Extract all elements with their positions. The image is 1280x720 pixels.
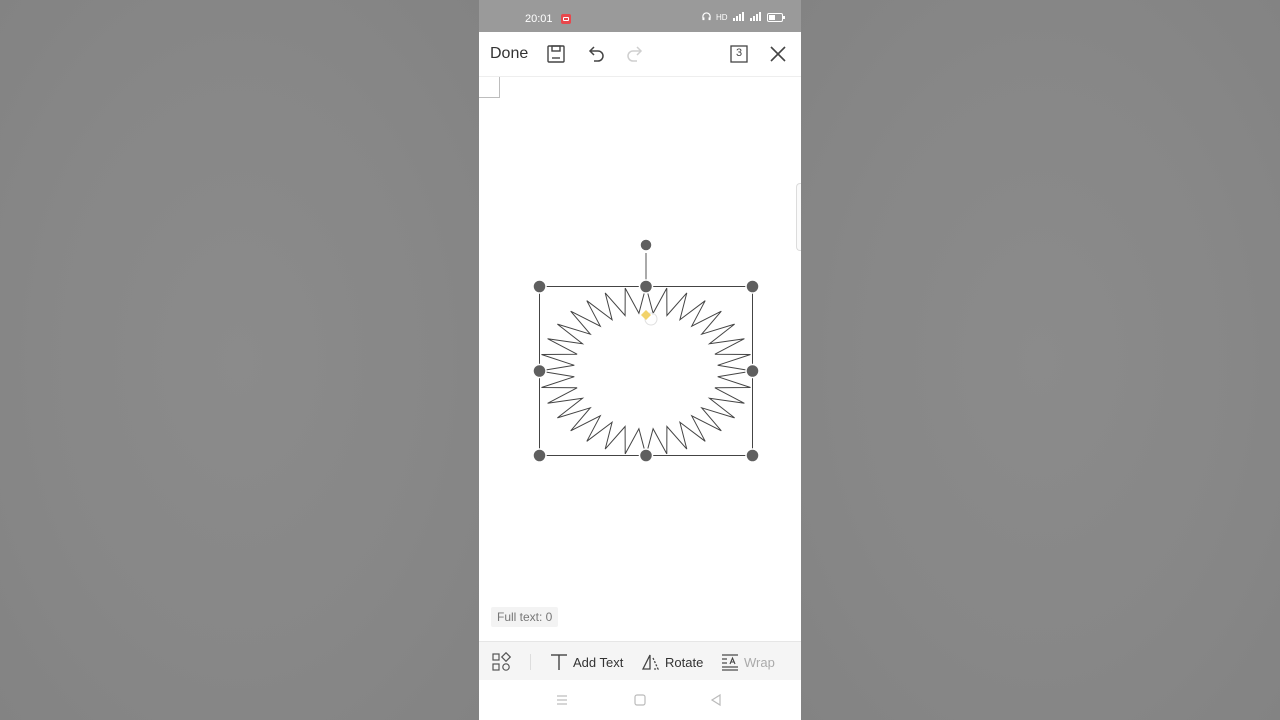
status-time: 20:01 (525, 13, 553, 25)
document-canvas[interactable]: Full text: 0 (479, 77, 801, 641)
rotate-button[interactable]: Rotate (641, 652, 703, 672)
hd-icon: HD (716, 12, 728, 23)
shapes-grid-icon (492, 652, 511, 671)
status-bar: 20:01 HD (479, 0, 801, 32)
svg-text:HD: HD (716, 13, 728, 21)
redo-icon[interactable] (624, 43, 646, 65)
wrap-button[interactable]: Wrap (720, 652, 775, 672)
resize-handle-left[interactable] (532, 363, 547, 379)
undo-icon[interactable] (585, 43, 607, 65)
page-count: 3 (735, 47, 743, 59)
battery-icon (767, 13, 785, 22)
status-icons: HD (702, 12, 785, 23)
menu-icon[interactable] (554, 692, 570, 708)
shape-layer (532, 238, 760, 463)
wrap-icon (722, 654, 738, 671)
close-icon[interactable] (767, 43, 789, 65)
background-right (801, 0, 1280, 720)
phone-screen: 20:01 HD Done 3 Full text: 0 Add Text Ro… (479, 0, 801, 720)
resize-handle-bottom-right[interactable] (745, 448, 760, 463)
text-icon (551, 654, 567, 670)
shape-menu-button[interactable] (491, 652, 511, 672)
rotate-label: Rotate (665, 654, 704, 670)
signal-icon (733, 12, 745, 23)
background-left (0, 0, 479, 720)
add-text-label: Add Text (573, 654, 624, 670)
add-text-button[interactable]: Add Text (549, 652, 623, 672)
resize-handle-top-right[interactable] (745, 279, 760, 294)
page-count-icon[interactable]: 3 (728, 43, 750, 65)
editor-toolbar: Done 3 (479, 32, 801, 77)
resize-handle-top-left[interactable] (532, 279, 547, 294)
save-icon[interactable] (545, 43, 567, 65)
signal-icon (750, 12, 762, 23)
wrap-label: Wrap (744, 654, 775, 670)
resize-handle-top[interactable] (638, 279, 654, 294)
rotate-icon (641, 654, 660, 670)
full-text-count: Full text: 0 (491, 607, 559, 627)
rotate-handle[interactable] (639, 238, 653, 252)
resize-handle-bottom-left[interactable] (532, 448, 547, 463)
done-button[interactable]: Done (490, 45, 528, 63)
system-nav-bar (479, 680, 801, 720)
bottom-toolbar: Add Text Rotate Wrap (479, 641, 801, 681)
back-icon[interactable] (708, 692, 724, 708)
headphones-icon (702, 12, 711, 23)
resize-handle-bottom[interactable] (638, 448, 654, 463)
home-icon[interactable] (632, 692, 648, 708)
resize-handle-right[interactable] (745, 363, 760, 379)
toolbar-divider (530, 654, 531, 670)
screen-record-icon (561, 14, 571, 24)
